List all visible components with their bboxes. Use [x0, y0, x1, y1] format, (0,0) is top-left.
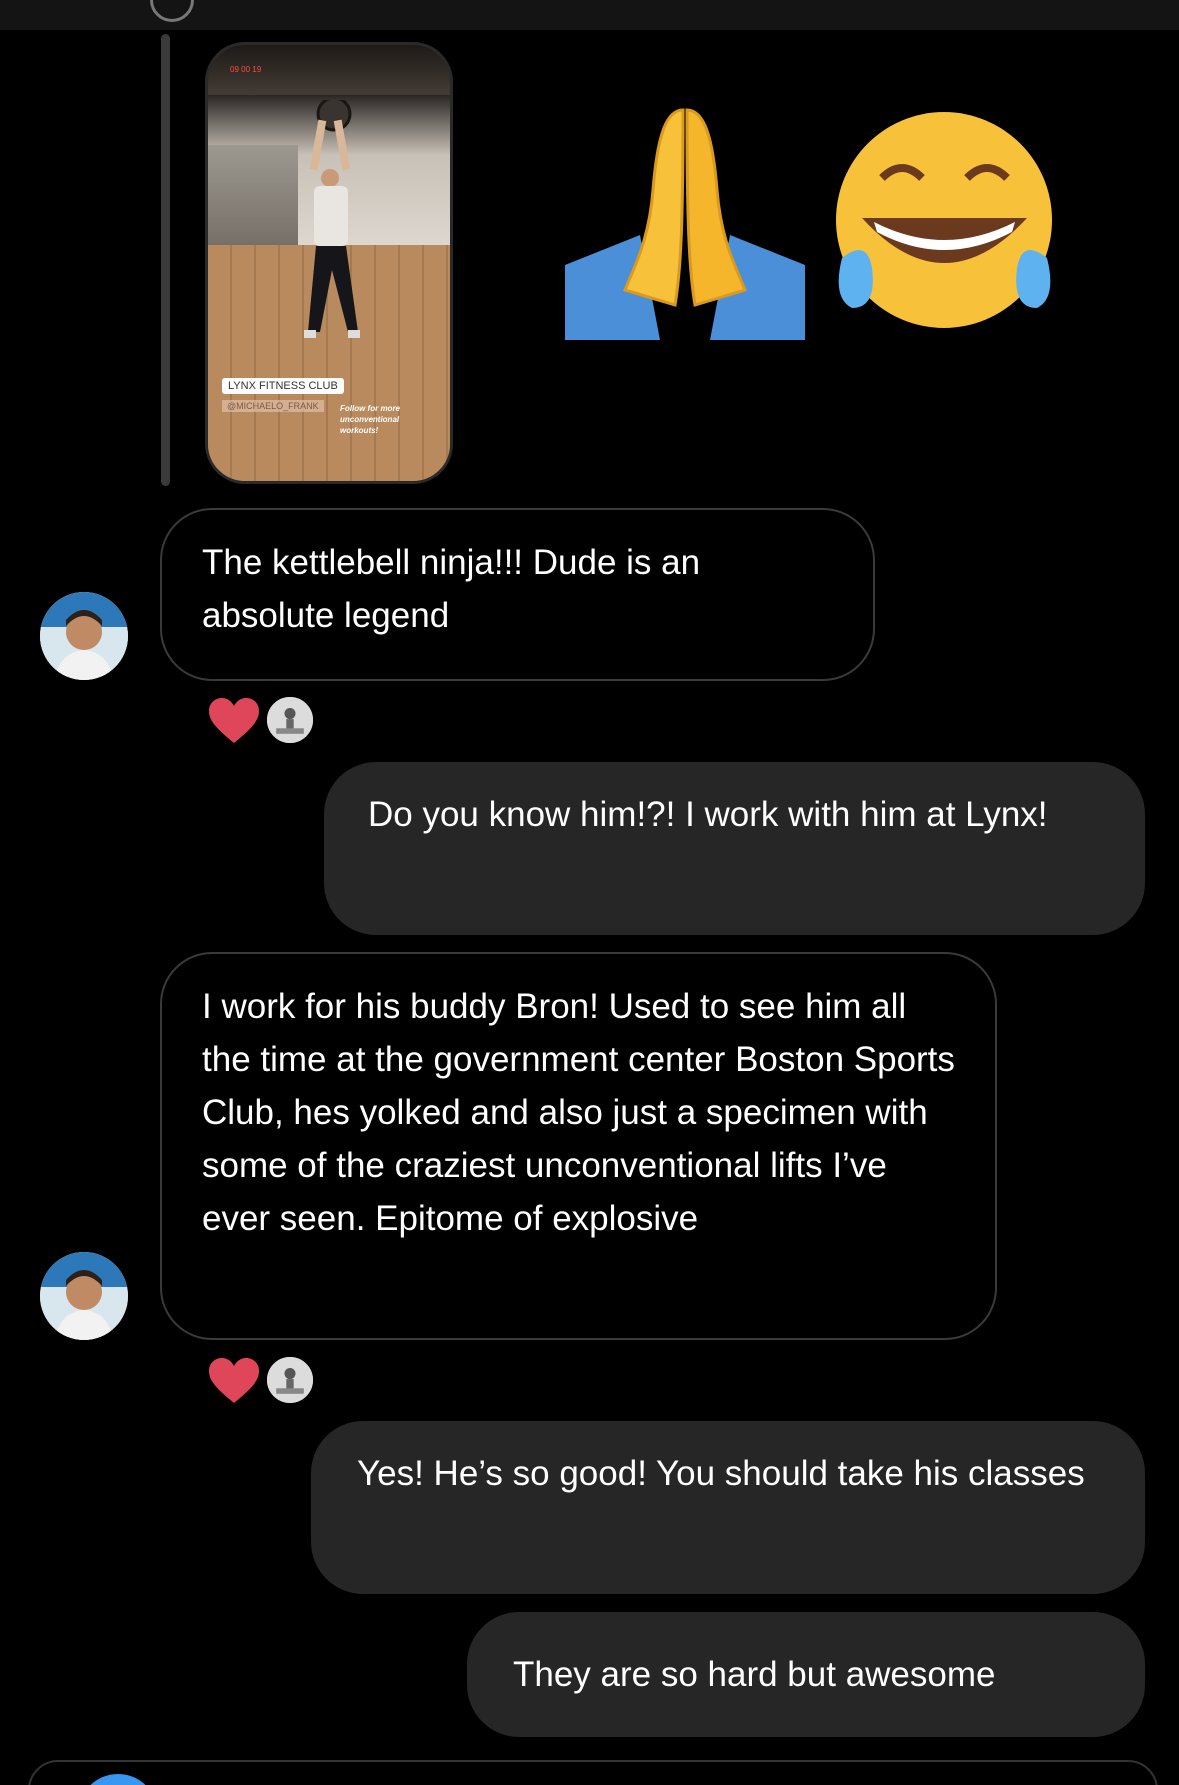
mention-sticker: @MICHAELO_FRANK — [222, 400, 324, 412]
message-incoming[interactable]: The kettlebell ninja!!! Dude is an absol… — [160, 508, 875, 681]
camera-icon[interactable] — [78, 1774, 158, 1785]
reactor-avatar — [265, 1355, 315, 1405]
story-preview[interactable]: 09 00 19 LYNX FITNESS CLUB @MICHAELO_FRA… — [205, 42, 453, 484]
message-incoming[interactable]: I work for his buddy Bron! Used to see h… — [160, 952, 997, 1340]
message-text: I work for his buddy Bron! Used to see h… — [202, 987, 955, 1238]
story-caption: Follow for more unconventional workouts! — [340, 404, 400, 435]
message-text: The kettlebell ninja!!! Dude is an absol… — [202, 543, 701, 635]
heart-icon[interactable] — [207, 1357, 261, 1405]
story-reply-line — [161, 34, 170, 486]
contact-avatar[interactable] — [40, 592, 128, 680]
reactor-avatar — [265, 695, 315, 745]
story-person-image — [304, 100, 360, 338]
message-text: Do you know him!?! I work with him at Ly… — [368, 795, 1048, 834]
contact-avatar[interactable] — [40, 1252, 128, 1340]
top-bar — [0, 0, 1179, 30]
tears-of-joy-emoji — [836, 112, 1052, 328]
message-outgoing[interactable]: Do you know him!?! I work with him at Ly… — [324, 762, 1145, 935]
chat-screen: 09 00 19 LYNX FITNESS CLUB @MICHAELO_FRA… — [0, 0, 1179, 1785]
message-composer[interactable] — [28, 1760, 1158, 1785]
location-sticker: LYNX FITNESS CLUB — [222, 378, 344, 394]
message-outgoing[interactable]: They are so hard but awesome — [467, 1612, 1145, 1737]
folded-hands-emoji — [565, 108, 805, 340]
message-text: They are so hard but awesome — [513, 1655, 996, 1694]
header-avatar[interactable] — [150, 0, 194, 22]
message-outgoing[interactable]: Yes! He’s so good! You should take his c… — [311, 1421, 1145, 1594]
message-text: Yes! He’s so good! You should take his c… — [357, 1454, 1085, 1493]
story-timestamp: 09 00 19 — [230, 65, 262, 74]
heart-icon[interactable] — [207, 697, 261, 745]
